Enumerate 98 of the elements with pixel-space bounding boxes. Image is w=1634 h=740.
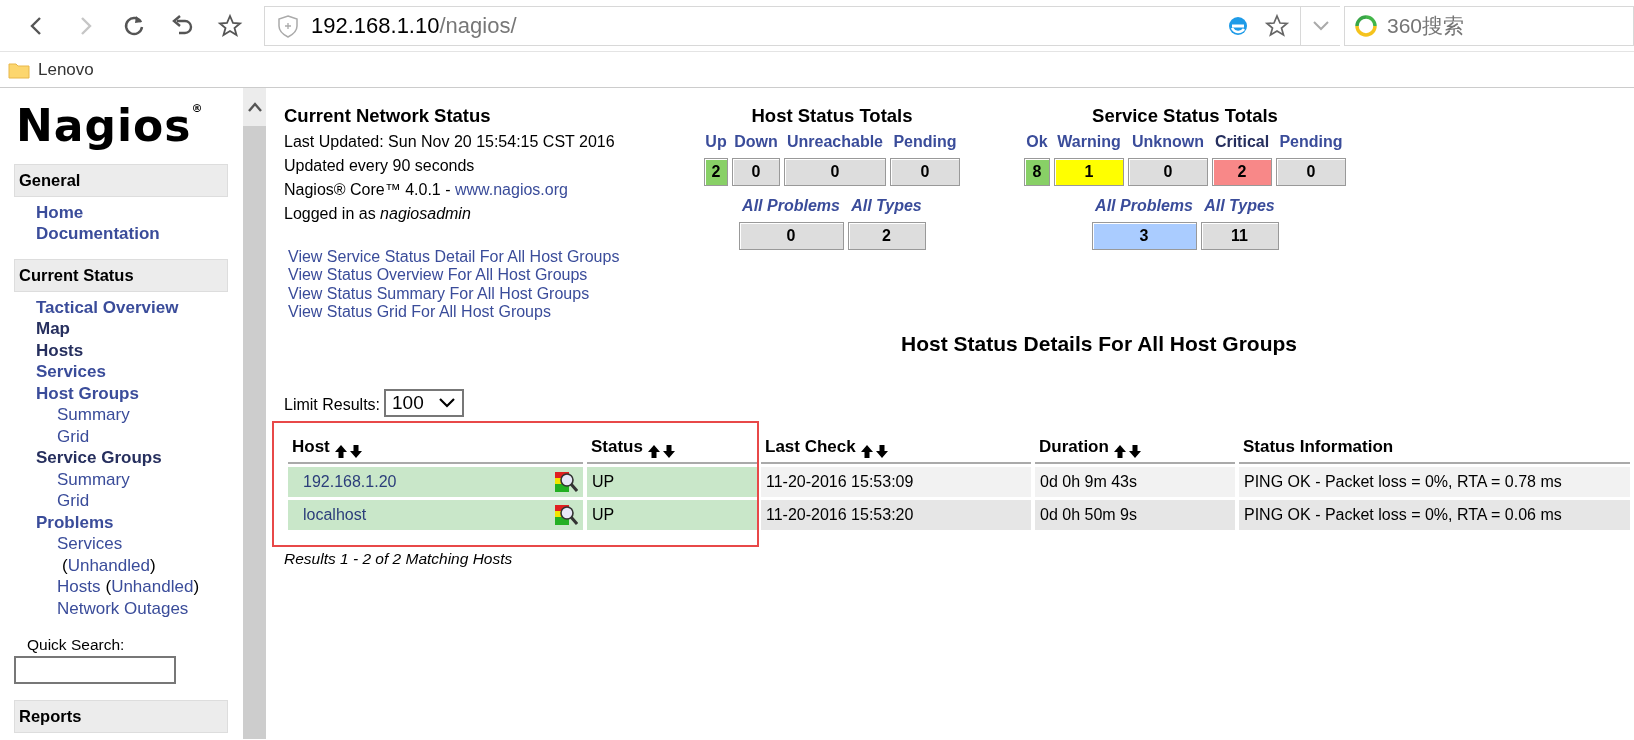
scrollbar[interactable] — [243, 88, 266, 739]
nav-link[interactable]: Hosts — [57, 576, 101, 598]
bracket-text: ) — [149, 554, 156, 576]
star-icon[interactable] — [1264, 12, 1290, 39]
count-cell: 2 — [704, 157, 728, 186]
nav-link[interactable]: Unhandled — [111, 576, 194, 598]
table-cell: 11-20-2016 15:53:09 — [761, 466, 1031, 497]
state-link[interactable]: Pending — [1279, 129, 1343, 154]
status-cell: UP — [587, 466, 757, 497]
nav-link[interactable]: Summary — [57, 404, 130, 426]
count-cell: 0 — [1276, 157, 1346, 186]
count-cell: 0 — [890, 157, 960, 186]
version-text: Nagios® Core™ 4.0.1 - — [284, 180, 452, 198]
nav-link[interactable]: Map — [36, 318, 70, 340]
nav-link[interactable]: Network Outages — [57, 597, 189, 619]
status-cell: UP — [587, 499, 757, 530]
count-cell: 0 — [784, 157, 886, 186]
totals-filter-link[interactable]: All Problems — [742, 193, 840, 218]
bracket-text: ( — [62, 554, 68, 576]
sort-arrows-icon[interactable] — [646, 443, 677, 460]
limit-label: Limit Results: — [284, 395, 381, 416]
bracket-text: ( — [105, 576, 112, 598]
totals-filter-link[interactable]: All Problems — [1095, 193, 1193, 218]
table-cell: 0d 0h 9m 43s — [1035, 466, 1235, 497]
nav-link[interactable]: Documentation — [36, 223, 160, 245]
state-link[interactable]: Pending — [893, 129, 957, 154]
count-cell: 0 — [738, 221, 844, 250]
bookmark-link[interactable]: Lenovo — [38, 56, 94, 83]
login-text: Logged in as nagiosadmin — [284, 203, 472, 224]
table-cell: PING OK - Packet loss = 0%, RTA = 0.06 ms — [1239, 499, 1630, 530]
sort-arrows-icon[interactable] — [1112, 443, 1143, 460]
status-link[interactable]: View Service Status Detail For All Host Groups — [288, 247, 620, 267]
table-cell: 11-20-2016 15:53:20 — [761, 499, 1031, 530]
logo: Nagios$^{®}$ — [16, 104, 204, 148]
status-link[interactable]: View Status Grid For All Host Groups — [288, 303, 551, 322]
count-cell: 2 — [1212, 157, 1272, 186]
state-link[interactable]: Critical — [1214, 129, 1270, 154]
url-field[interactable]: 192.168.1.10/nagios/ — [311, 9, 517, 42]
section-title: Host Status Details For All Host Groups — [900, 330, 1298, 357]
state-link[interactable]: Ok — [1026, 129, 1048, 154]
nav-link[interactable]: Grid — [57, 425, 90, 447]
table-cell: 0d 0h 50m 9s — [1035, 499, 1235, 530]
nav-link[interactable]: Host Groups — [36, 382, 139, 404]
state-link[interactable]: Warning — [1057, 129, 1121, 154]
totals-filter-link[interactable]: All Types — [1204, 193, 1275, 218]
nav-link[interactable]: Service Groups — [36, 447, 162, 469]
nav-link[interactable]: Unhandled — [67, 554, 150, 576]
nav-link[interactable]: Services — [36, 361, 106, 383]
nav-link[interactable]: Home — [36, 201, 84, 224]
state-link[interactable]: Up — [705, 129, 727, 154]
table-cell: PING OK - Packet loss = 0%, RTA = 0.78 ms — [1239, 466, 1630, 497]
results-text: Results 1 - 2 of 2 Matching Hosts — [284, 548, 514, 569]
count-cell: 8 — [1024, 157, 1050, 186]
count-cell: 0 — [732, 157, 780, 186]
shield-icon — [277, 13, 299, 38]
state-link[interactable]: Unknown — [1132, 129, 1204, 154]
state-link[interactable]: Down — [734, 129, 778, 154]
section-header: Current Status — [14, 258, 228, 292]
sort-arrows-icon[interactable] — [333, 443, 364, 460]
magnifier-chart-icon[interactable] — [554, 469, 578, 494]
website-link[interactable]: www.nagios.org — [454, 180, 568, 198]
limit-dropdown[interactable]: 100 — [384, 389, 465, 418]
column-header: Duration — [1039, 436, 1109, 459]
state-link[interactable]: Unreachable — [786, 129, 883, 154]
count-cell: 11 — [1200, 221, 1279, 250]
search-field[interactable] — [14, 656, 176, 685]
status-text: Updated every 90 seconds — [284, 155, 476, 176]
nav-link[interactable]: Tactical Overview — [36, 296, 179, 318]
folder-icon — [8, 60, 30, 79]
nav-link[interactable]: Hosts — [36, 339, 84, 361]
chevron-down-icon — [438, 397, 457, 410]
section-header: Reports — [14, 700, 228, 733]
totals-filter-link[interactable]: All Types — [851, 193, 922, 218]
column-header: Status Information — [1243, 436, 1394, 459]
totals-title: Host Status Totals — [750, 104, 914, 128]
sort-arrows-icon[interactable] — [859, 443, 890, 460]
up-chevron-icon[interactable] — [246, 102, 263, 112]
page-title: Current Network Status — [284, 104, 492, 128]
status-text: Last Updated: Sun Nov 20 15:54:15 CST 2016 — [284, 131, 616, 152]
count-cell: 0 — [1128, 157, 1208, 186]
nav-link[interactable]: Services — [57, 533, 123, 555]
status-link[interactable]: View Status Summary For All Host Groups — [288, 284, 590, 304]
count-cell: 1 — [1054, 157, 1124, 186]
host-link[interactable]: localhost — [303, 502, 367, 527]
nav-link[interactable]: Grid — [57, 490, 90, 512]
search-label: Quick Search: — [27, 636, 125, 653]
column-header: Last Check — [765, 436, 856, 459]
nav-link[interactable]: Summary — [57, 468, 130, 490]
status-link[interactable]: View Status Overview For All Host Groups — [288, 266, 588, 285]
column-header: Host — [292, 436, 330, 459]
column-header: Status — [591, 436, 643, 459]
count-cell: 2 — [847, 221, 926, 250]
count-cell: 3 — [1091, 221, 1197, 250]
section-header: General — [14, 164, 228, 197]
nav-link[interactable]: Problems — [36, 511, 114, 533]
totals-title: Service Status Totals — [1091, 104, 1279, 128]
bracket-text: ) — [193, 576, 200, 598]
magnifier-chart-icon[interactable] — [554, 502, 578, 527]
